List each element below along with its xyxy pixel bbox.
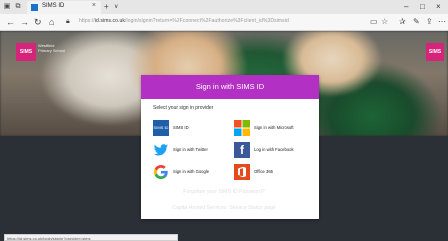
favorites-hub-icon[interactable]: ✰ xyxy=(399,17,406,27)
favorite-star-icon[interactable]: ☆ xyxy=(381,17,388,27)
notes-icon[interactable]: ✎ xyxy=(413,17,420,27)
provider-label: Sign in with Twitter xyxy=(173,147,208,152)
service-status-link[interactable]: Capita Hosted Services: Service Status p… xyxy=(0,205,448,211)
provider-label: Log in with Facebook xyxy=(254,147,294,152)
tab-bar: ▣ ⧉ SIMS ID × + ∨ – □ × xyxy=(0,0,448,14)
school-name: Westfield Primary School xyxy=(38,43,66,53)
favicon-icon xyxy=(31,4,38,11)
office-365-icon xyxy=(234,164,250,180)
provider-label: Sign in with Microsoft xyxy=(254,125,294,130)
new-tab-button[interactable]: + xyxy=(104,2,109,11)
forward-icon[interactable]: → xyxy=(20,17,29,27)
forgot-password-link[interactable]: Forgotten your SIMS ID Password? xyxy=(0,189,448,195)
tab-title: SIMS ID xyxy=(42,3,65,9)
microsoft-icon xyxy=(234,120,250,136)
status-bar: https://id.sims.co.uk/login/signin?provi… xyxy=(4,234,178,241)
url-host: id.sims.co.uk xyxy=(94,18,126,24)
provider-label: SIMS ID xyxy=(173,125,189,130)
provider-office-365[interactable]: Office 365 xyxy=(234,164,314,180)
minimize-icon[interactable]: – xyxy=(404,2,408,11)
home-icon[interactable]: ⌂ xyxy=(49,17,54,27)
provider-facebook[interactable]: f Log in with Facebook xyxy=(234,142,314,158)
provider-google[interactable]: Sign in with Google xyxy=(153,164,233,180)
close-tab-icon[interactable]: × xyxy=(92,2,96,9)
card-header: Sign in with SIMS ID xyxy=(141,75,319,99)
refresh-icon[interactable]: ↻ xyxy=(34,17,42,27)
share-icon[interactable]: ⇪ xyxy=(426,17,433,27)
sims-logo: SIMS xyxy=(16,43,36,61)
tab-sims-id[interactable]: SIMS ID × xyxy=(27,1,101,14)
tabs-aside-icon[interactable]: ⧉ xyxy=(14,3,22,11)
google-icon xyxy=(153,164,169,180)
facebook-icon: f xyxy=(234,142,250,158)
card-title: Sign in with SIMS ID xyxy=(195,82,265,91)
address-bar-row: ← → ↻ ⌂ 🔒︎ https://id.sims.co.uk/login/s… xyxy=(0,14,448,31)
provider-twitter[interactable]: Sign in with Twitter xyxy=(153,142,233,158)
back-icon[interactable]: ← xyxy=(6,17,15,27)
more-menu-icon[interactable]: ⋯ xyxy=(438,17,446,27)
sims-id-icon: SIMS ID xyxy=(153,120,169,136)
maximize-icon[interactable]: □ xyxy=(420,2,425,11)
provider-microsoft[interactable]: Sign in with Microsoft xyxy=(234,120,314,136)
page-content: SIMS Westfield Primary School SIMS Sign … xyxy=(0,31,448,241)
sims-logo-right: SIMS xyxy=(426,43,444,61)
provider-prompt: Select your sign in provider xyxy=(153,105,214,111)
provider-label: Sign in with Google xyxy=(173,169,210,174)
twitter-icon xyxy=(153,142,169,158)
provider-sims-id[interactable]: SIMS ID SIMS ID xyxy=(153,120,233,136)
close-window-icon[interactable]: × xyxy=(436,2,441,11)
tab-list-button[interactable]: ∨ xyxy=(114,3,118,10)
tab-actions-icon[interactable]: ▣ xyxy=(3,3,11,11)
reading-view-icon[interactable]: ▭ xyxy=(370,17,378,27)
sign-in-card: Sign in with SIMS ID Select your sign in… xyxy=(141,75,319,219)
lock-icon: 🔒︎ xyxy=(66,18,70,25)
url-field[interactable]: https://id.sims.co.uk/login/signin?retur… xyxy=(79,18,369,24)
provider-label: Office 365 xyxy=(254,169,274,174)
